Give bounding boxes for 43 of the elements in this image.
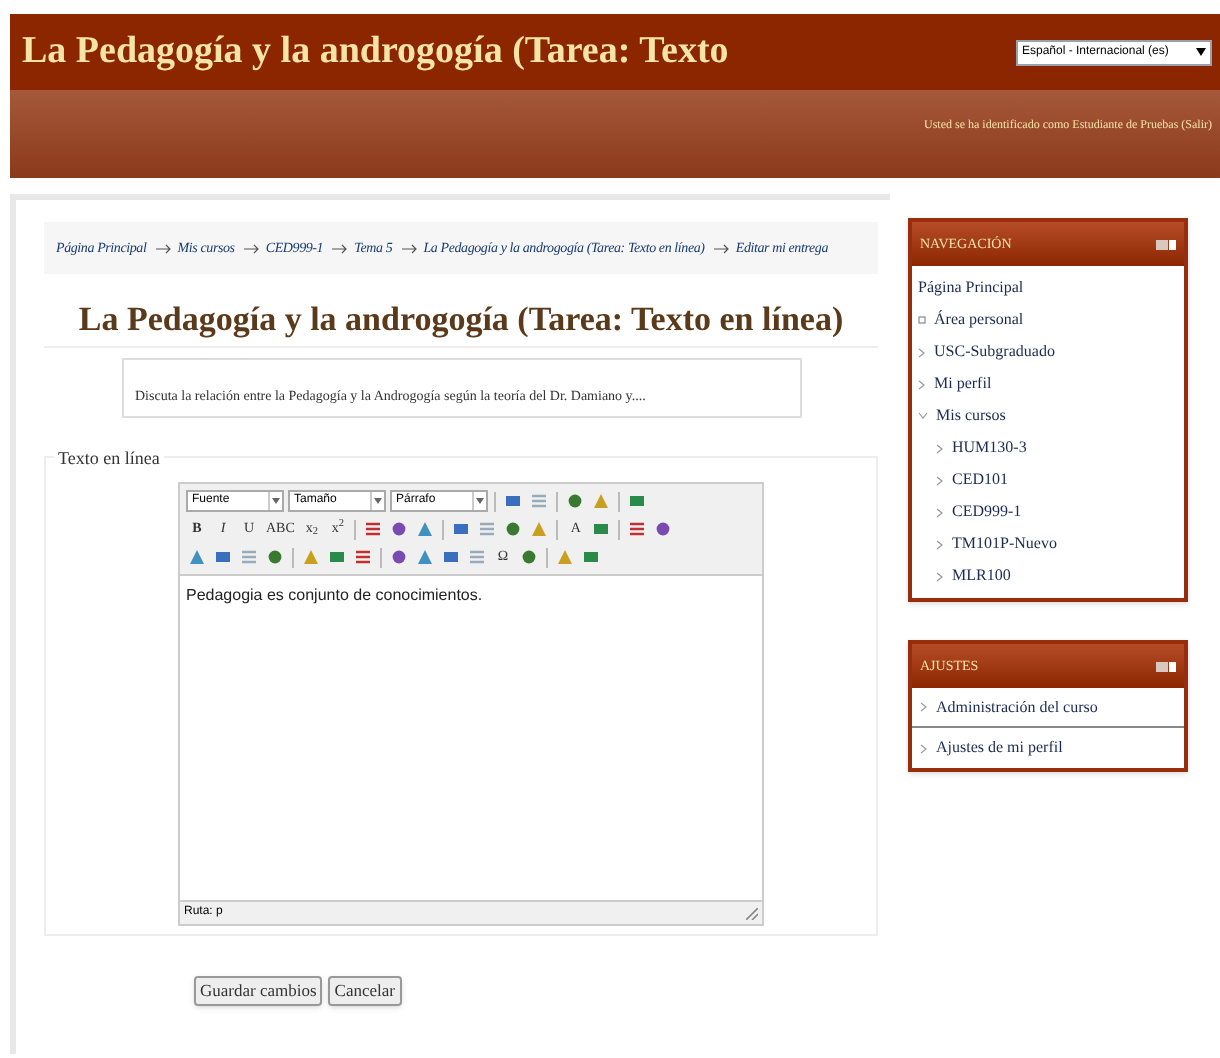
chevron-right-icon[interactable]	[936, 475, 944, 485]
caret-icon	[272, 498, 280, 504]
toolbar-icon[interactable]	[364, 520, 383, 538]
dock-icon[interactable]	[1156, 661, 1176, 671]
nav-link[interactable]: HUM130-3	[952, 436, 1027, 460]
arrow-icon	[155, 243, 172, 254]
chevron-right-icon[interactable]	[936, 443, 944, 453]
form-button[interactable]: Cancelar	[328, 976, 401, 1006]
caret-icon	[1196, 48, 1206, 56]
resize-handle-icon[interactable]	[746, 907, 758, 919]
nav-link[interactable]: TM101P-Nuevo	[952, 532, 1057, 556]
bullet-icon[interactable]	[918, 316, 926, 324]
nav-link[interactable]: Área personal	[934, 308, 1024, 332]
chevron-right-icon[interactable]	[920, 743, 928, 753]
chevron-right-icon[interactable]	[918, 379, 926, 389]
chevron-right-icon[interactable]	[920, 702, 928, 712]
nav-link[interactable]: USC-Subgraduado	[934, 340, 1055, 364]
toolbar-icon[interactable]	[628, 520, 647, 538]
caret-icon	[476, 498, 484, 504]
nav-link[interactable]: CED101	[952, 468, 1008, 492]
chevron-right-icon[interactable]	[936, 507, 944, 517]
nav-link[interactable]: MLR100	[952, 564, 1011, 588]
editor-content[interactable]: Pedagogia es conjunto de conocimientos.	[180, 576, 762, 900]
site-title: La Pedagogía y la androgogía (Tarea: Texto	[22, 27, 729, 76]
arrow-icon	[401, 243, 418, 254]
nav-link[interactable]: CED999-1	[952, 500, 1022, 524]
nav-link[interactable]: Mis cursos	[936, 404, 1006, 428]
dock-icon[interactable]	[1156, 239, 1176, 249]
toolbar-icon[interactable]	[354, 548, 372, 566]
chevron-right-icon[interactable]	[936, 571, 944, 581]
chevron-down-icon[interactable]	[918, 412, 928, 420]
caret-icon	[374, 498, 382, 504]
arrow-icon	[713, 243, 730, 254]
chevron-right-icon[interactable]	[936, 539, 944, 549]
settings-link[interactable]: Ajustes de mi perfil	[936, 736, 1063, 760]
nav-link[interactable]: Página Principal	[918, 276, 1024, 300]
page-heading: La Pedagogía y la androgogía (Tarea: Texto en línea)	[78, 300, 844, 338]
arrow-icon	[243, 243, 260, 254]
arrow-icon	[332, 243, 349, 254]
form-button[interactable]: Guardar cambios	[194, 976, 323, 1006]
chevron-right-icon[interactable]	[918, 347, 926, 357]
settings-link[interactable]: Administración del curso	[936, 695, 1098, 719]
nav-link[interactable]: Mi perfil	[934, 372, 992, 396]
